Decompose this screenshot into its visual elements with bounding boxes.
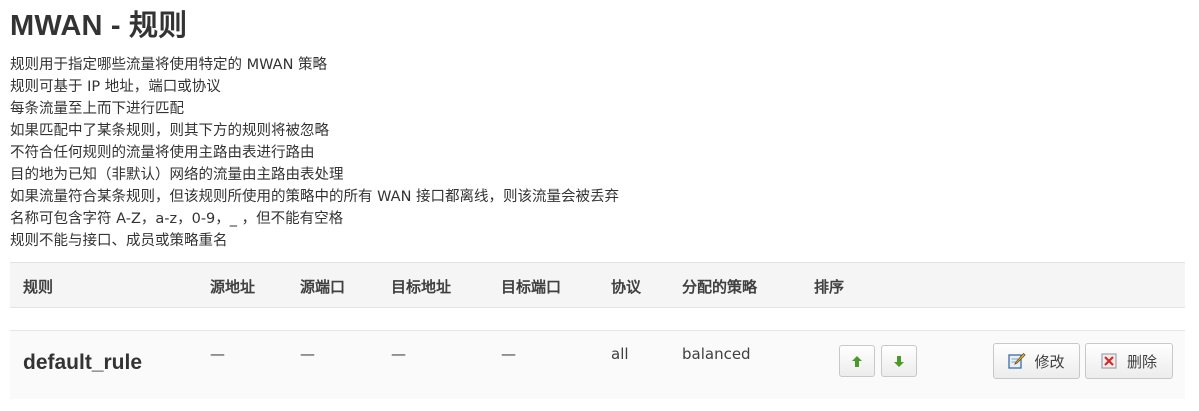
rules-table: 规则 源地址 源端口 目标地址 目标端口 协议 分配的策略 排序 default… [10,262,1185,399]
header-dest-port: 目标端口 [501,278,562,296]
move-up-button[interactable] [839,345,875,377]
delete-button-label: 删除 [1126,352,1157,371]
header-proto: 协议 [611,278,642,296]
cell-policy: balanced [682,345,751,363]
edit-icon [1008,352,1027,370]
cell-src-port: — [300,345,315,363]
description-line: 每条流量至上而下进行匹配 [10,101,184,117]
rule-name: default_rule [23,351,143,374]
header-dest-ip: 目标地址 [391,278,452,296]
cell-src-ip: — [210,345,225,363]
edit-button-label: 修改 [1034,352,1065,371]
delete-button[interactable]: 删除 [1085,343,1173,379]
page-title: MWAN - 规则 [10,10,188,42]
description-line: 名称可包含字符 A-Z，a-z，0-9，_ ，但不能有空格 [10,211,344,227]
cell-dest-ip: — [391,345,406,363]
description: 规则用于指定哪些流量将使用特定的 MWAN 策略 规则可基于 IP 地址，端口或… [10,54,619,252]
move-down-button[interactable] [881,345,917,377]
arrow-down-icon [894,355,904,367]
header-src-port: 源端口 [300,278,346,296]
table-row: default_rule — — — — all balanced 修改 删除 [10,330,1185,399]
description-line: 规则不能与接口、成员或策略重名 [10,233,228,249]
cell-dest-port: — [501,345,516,363]
description-line: 规则用于指定哪些流量将使用特定的 MWAN 策略 [10,57,328,73]
table-header: 规则 源地址 源端口 目标地址 目标端口 协议 分配的策略 排序 [10,262,1185,308]
arrow-up-icon [852,355,862,367]
description-line: 目的地为已知（非默认）网络的流量由主路由表处理 [10,167,344,183]
description-line: 不符合任何规则的流量将使用主路由表进行路由 [10,145,315,161]
description-line: 规则可基于 IP 地址，端口或协议 [10,79,221,95]
header-src-ip: 源地址 [210,278,256,296]
edit-button[interactable]: 修改 [993,343,1080,379]
header-rule: 规则 [23,278,54,296]
header-policy: 分配的策略 [682,278,758,296]
delete-icon [1101,352,1119,370]
cell-proto: all [611,345,629,363]
description-line: 如果匹配中了某条规则，则其下方的规则将被忽略 [10,123,329,139]
description-line: 如果流量符合某条规则，但该规则所使用的策略中的所有 WAN 接口都离线，则该流量… [10,189,620,205]
header-sort: 排序 [814,278,845,296]
